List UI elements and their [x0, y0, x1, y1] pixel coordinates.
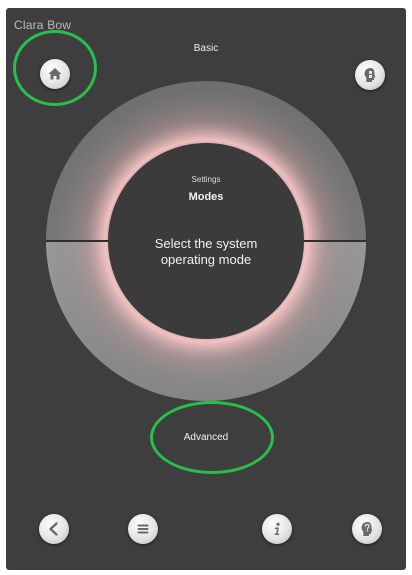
dial-description-line1: Select the system: [154, 236, 258, 251]
menu-button[interactable]: [128, 514, 158, 544]
dial-category: Settings: [191, 175, 221, 184]
chevron-left-icon: [49, 522, 58, 536]
dial-description-line2: operating mode: [160, 252, 252, 267]
user-name: Clara Bow: [14, 18, 72, 32]
advanced-mode-label[interactable]: Advanced: [6, 432, 406, 443]
help-button[interactable]: [352, 514, 382, 544]
mode-dial[interactable]: Settings Modes Select the system operati…: [46, 81, 366, 401]
dial-title: Modes: [188, 191, 224, 203]
back-button[interactable]: [39, 514, 69, 544]
info-icon: [274, 522, 280, 535]
home-icon: [48, 68, 62, 80]
menu-icon: [137, 524, 149, 534]
app-screen: Clara Bow Basic Settings Modes Select th…: [6, 8, 406, 570]
info-button[interactable]: [262, 514, 292, 544]
basic-mode-label[interactable]: Basic: [6, 43, 406, 54]
head-question-icon: [361, 522, 373, 536]
